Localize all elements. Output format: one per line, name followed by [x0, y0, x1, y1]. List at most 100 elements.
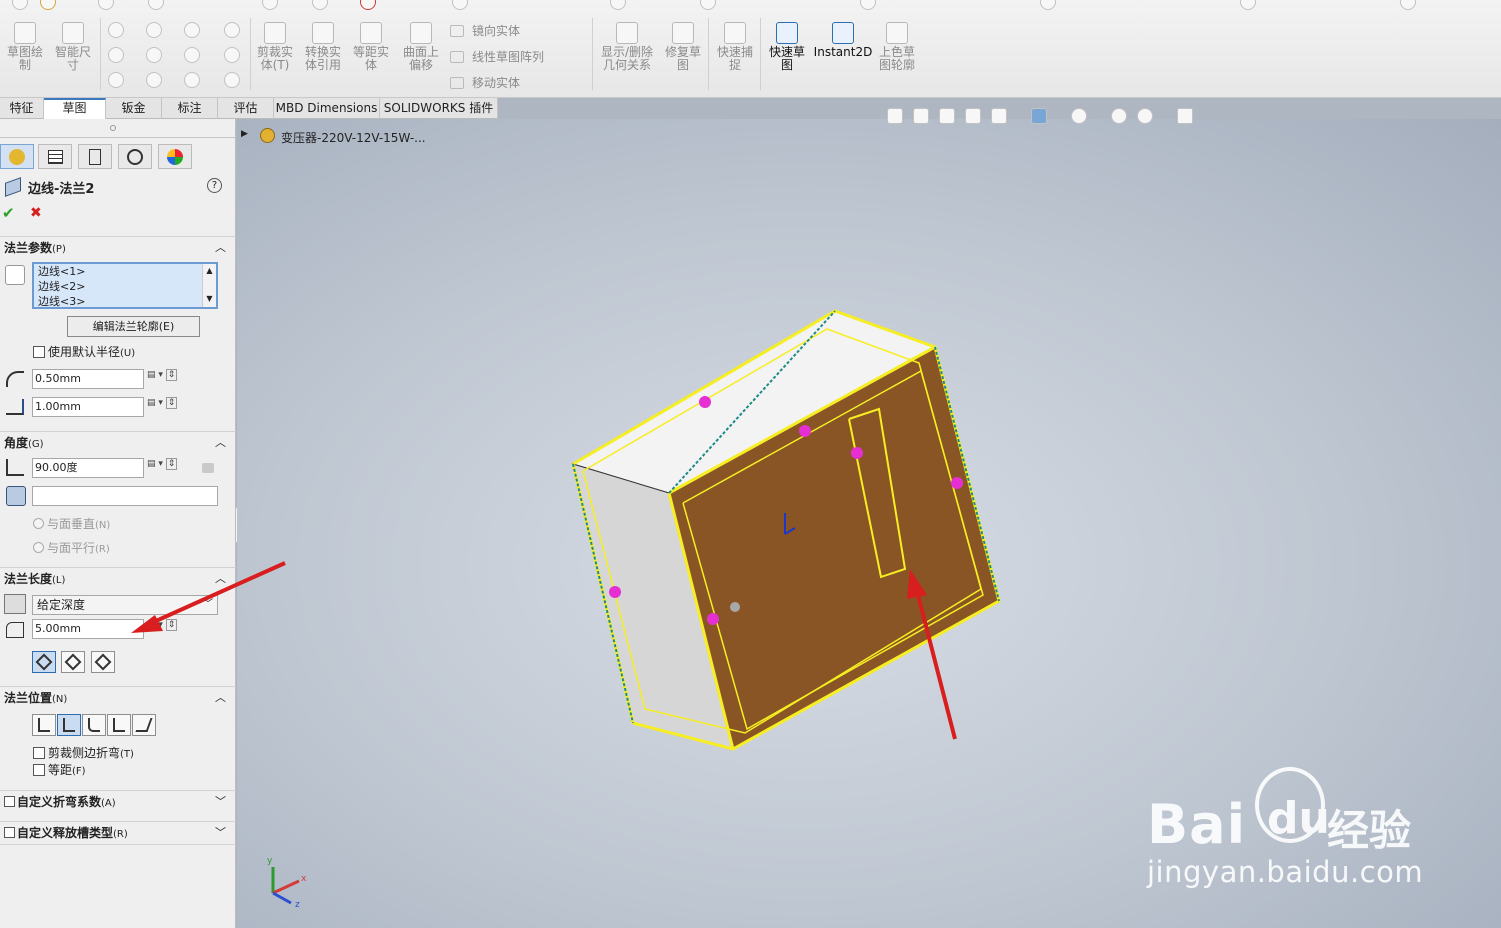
- display-manager-tab[interactable]: [158, 144, 192, 169]
- apply-scene-icon[interactable]: [1137, 108, 1153, 124]
- shaded-sketch-contours-button[interactable]: 上色草 图轮廓: [874, 22, 920, 72]
- reverse-direction-icon[interactable]: [4, 594, 26, 614]
- display-style-icon[interactable]: [1031, 108, 1047, 124]
- feature-tree-root[interactable]: 变压器-220V-12V-15W-...: [281, 129, 426, 146]
- circle-tool-icon[interactable]: [148, 0, 164, 10]
- flange-arrow-marker[interactable]: [799, 425, 811, 437]
- normal-to-face-radio[interactable]: 与面垂直(N): [33, 515, 110, 532]
- view2-tool-icon[interactable]: [700, 0, 716, 10]
- sketch-button[interactable]: 草图绘 制: [2, 22, 48, 72]
- quick-snaps-button[interactable]: 快速捕 捉: [712, 22, 758, 72]
- arc-icon[interactable]: [146, 47, 162, 63]
- view6-tool-icon[interactable]: [1400, 0, 1416, 10]
- flange-arrow-marker[interactable]: [951, 477, 963, 489]
- instant2d-button[interactable]: Instant2D: [812, 22, 874, 59]
- zoom-to-fit-icon[interactable]: [887, 108, 903, 124]
- custom-bend-allowance-header[interactable]: 自定义折弯系数(A) ﹀: [0, 790, 236, 812]
- flange-angle-spinner[interactable]: ▤ ▾ ⇕: [147, 458, 187, 477]
- custom-relief-type-header[interactable]: 自定义释放槽类型(R) ﹀: [0, 821, 236, 843]
- rectangle-icon[interactable]: [108, 47, 124, 63]
- help-icon[interactable]: ?: [207, 178, 222, 193]
- offset-entities-button[interactable]: 等距实 体: [348, 22, 394, 72]
- material-inside-button[interactable]: [32, 714, 56, 736]
- configuration-manager-tab[interactable]: [78, 144, 112, 169]
- inner-virtual-sharp-button[interactable]: [61, 651, 85, 673]
- view-settings-icon[interactable]: [1177, 108, 1193, 124]
- display-relations-button[interactable]: 显示/删除 几何关系: [596, 22, 658, 72]
- parallel-to-face-radio[interactable]: 与面平行(R): [33, 539, 110, 556]
- zoom-area-icon[interactable]: [913, 108, 929, 124]
- view3-tool-icon[interactable]: [860, 0, 876, 10]
- use-default-radius-checkbox[interactable]: 使用默认半径(U): [33, 343, 135, 360]
- repair-sketch-button[interactable]: 修复草 图: [660, 22, 706, 72]
- graphics-area[interactable]: ▶ 变压器-220V-12V-15W-... y x z Bai du 经验 j…: [131, 108, 1501, 928]
- tab-sheet-metal[interactable]: 钣金: [106, 98, 162, 119]
- bend-radius-input[interactable]: 0.50mm: [32, 369, 144, 389]
- rapid-sketch-button[interactable]: 快速草 图: [764, 22, 810, 72]
- mirror-entities-button[interactable]: 镜向实体: [450, 22, 520, 39]
- edit-flange-profile-button[interactable]: 编辑法兰轮廓(E): [67, 316, 200, 337]
- offset-on-surface-button[interactable]: 曲面上 偏移: [398, 22, 444, 72]
- section-view-icon[interactable]: [965, 108, 981, 124]
- list-item[interactable]: 边线<3>: [38, 294, 216, 307]
- view-tool-icon[interactable]: [610, 0, 626, 10]
- slot-icon[interactable]: [108, 72, 124, 88]
- cancel-x-icon[interactable]: ✖: [30, 205, 42, 221]
- tab-sketch[interactable]: 草图: [44, 98, 106, 119]
- line-icon[interactable]: [108, 22, 124, 38]
- ellipse-icon[interactable]: [146, 72, 162, 88]
- smart-dim-tool-icon[interactable]: [40, 0, 56, 10]
- move-entities-button[interactable]: 移动实体: [450, 74, 520, 91]
- point-icon[interactable]: [224, 22, 240, 38]
- material-outside-button[interactable]: [57, 714, 81, 736]
- tab-mbd-dimensions[interactable]: MBD Dimensions: [274, 98, 380, 119]
- view4-tool-icon[interactable]: [1040, 0, 1056, 10]
- property-manager-tab[interactable]: [38, 144, 72, 169]
- angle-header[interactable]: 角度(G) ︿: [0, 431, 236, 453]
- circle-icon[interactable]: [146, 22, 162, 38]
- linear-pattern-button[interactable]: 线性草图阵列: [450, 48, 544, 65]
- bend-radius-spinner[interactable]: ▤ ▾ ⇕: [147, 369, 187, 388]
- sketch-tool-icon[interactable]: [12, 0, 28, 10]
- fillet-icon[interactable]: [184, 72, 200, 88]
- edit-appearance-icon[interactable]: [1111, 108, 1127, 124]
- plane-icon[interactable]: [224, 72, 240, 88]
- offset-checkbox[interactable]: 等距(F): [33, 761, 86, 778]
- line-tool-icon[interactable]: [98, 0, 114, 10]
- trim-tool-icon[interactable]: [262, 0, 278, 10]
- feature-manager-tab[interactable]: [0, 144, 34, 169]
- list-item[interactable]: 边线<2>: [38, 279, 216, 294]
- edges-listbox[interactable]: 边线<1> 边线<2> 边线<3> ▲ ▼: [32, 262, 218, 309]
- view-orientation-icon[interactable]: [991, 108, 1007, 124]
- checkbox-box[interactable]: [4, 827, 15, 838]
- tangent-bend-button[interactable]: [91, 651, 115, 673]
- tab-features[interactable]: 特征: [0, 98, 44, 119]
- tab-evaluate[interactable]: 评估: [218, 98, 274, 119]
- gap-distance-spinner[interactable]: ▤ ▾ ⇕: [147, 397, 187, 416]
- flange-arrow-marker[interactable]: [699, 396, 711, 408]
- spline-icon[interactable]: [184, 22, 200, 38]
- outer-virtual-sharp-button[interactable]: [32, 651, 56, 673]
- text-icon[interactable]: [224, 47, 240, 63]
- polygon-icon[interactable]: [184, 47, 200, 63]
- offset-tool-icon[interactable]: [360, 0, 376, 10]
- pattern-tool-icon[interactable]: [452, 0, 468, 10]
- previous-view-icon[interactable]: [939, 108, 955, 124]
- view5-tool-icon[interactable]: [1240, 0, 1256, 10]
- panel-splitter-grip[interactable]: [110, 125, 116, 131]
- reference-face-input[interactable]: [32, 486, 218, 506]
- flange-angle-input[interactable]: 90.00度: [32, 458, 144, 478]
- dimxpert-tab[interactable]: [118, 144, 152, 169]
- gap-distance-input[interactable]: 1.00mm: [32, 397, 144, 417]
- mirror-tool-icon[interactable]: [312, 0, 328, 10]
- convert-entities-button[interactable]: 转换实 体引用: [300, 22, 346, 72]
- listbox-scrollbar[interactable]: ▲ ▼: [202, 264, 216, 307]
- tab-markup[interactable]: 标注: [162, 98, 218, 119]
- lock-icon[interactable]: [202, 463, 214, 473]
- hide-show-icon[interactable]: [1071, 108, 1087, 124]
- ok-check-icon[interactable]: ✔: [2, 204, 15, 222]
- tab-solidworks-addins[interactable]: SOLIDWORKS 插件: [380, 98, 498, 119]
- bend-outside-button[interactable]: [82, 714, 106, 736]
- tree-expand-arrow-icon[interactable]: ▶: [241, 129, 248, 139]
- list-item[interactable]: 边线<1>: [38, 264, 216, 279]
